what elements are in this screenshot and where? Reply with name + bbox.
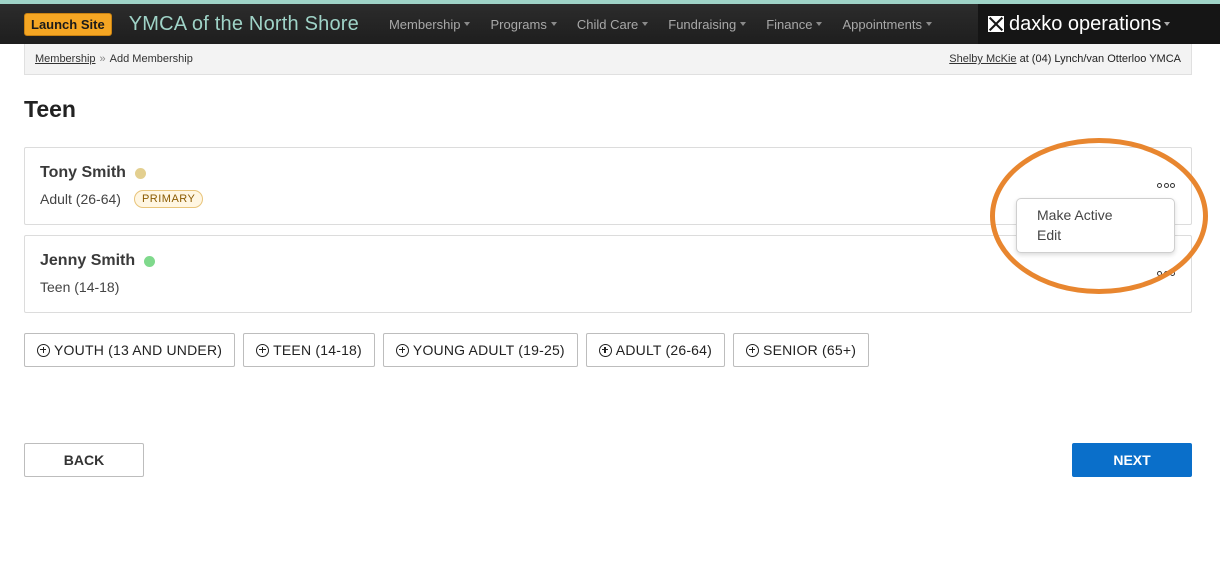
add-young-adult-button[interactable]: YOUNG ADULT (19-25) xyxy=(382,333,578,367)
nav-programs-label: Programs xyxy=(490,16,547,32)
user-link[interactable]: Shelby McKie xyxy=(949,53,1016,65)
menu-item-make-active[interactable]: Make Active xyxy=(1017,206,1174,226)
member-category: Teen (14-18) xyxy=(40,279,120,295)
add-youth-button[interactable]: YOUTH (13 AND UNDER) xyxy=(24,333,236,367)
add-adult-label: ADULT (26-64) xyxy=(615,342,713,358)
member-name: Jenny Smith xyxy=(40,252,136,269)
status-dot xyxy=(144,255,156,267)
org-title[interactable]: YMCA of the North Shore xyxy=(129,13,359,36)
nav-child-care[interactable]: Child Care xyxy=(567,17,658,32)
chevron-down-icon xyxy=(550,22,557,26)
chevron-down-icon xyxy=(464,22,471,26)
menu-item-edit[interactable]: Edit xyxy=(1017,226,1174,246)
chevron-down-icon xyxy=(1164,22,1171,26)
next-button[interactable]: NEXT xyxy=(1072,443,1192,477)
chevron-down-icon xyxy=(642,22,649,26)
nav-child-care-label: Child Care xyxy=(576,16,639,32)
add-adult-button[interactable]: ADULT (26-64) xyxy=(585,333,726,367)
more-options-icon[interactable] xyxy=(1157,271,1175,277)
top-navbar: Launch Site YMCA of the North Shore Memb… xyxy=(0,4,1220,44)
location-text: at (04) Lynch/van Otterloo YMCA xyxy=(1019,53,1181,65)
breadcrumb: Membership» Add Membership Shelby McKie a… xyxy=(24,44,1192,75)
member-details: Adult (26-64) PRIMARY xyxy=(40,190,204,208)
member-options-menu: Make Active Edit xyxy=(1016,198,1175,253)
add-teen-button[interactable]: TEEN (14-18) xyxy=(243,333,375,367)
member-details: Teen (14-18) xyxy=(40,279,119,295)
member-name: Tony Smith xyxy=(40,164,126,181)
plus-circle-icon xyxy=(598,343,612,357)
breadcrumb-current: Add Membership xyxy=(109,53,193,65)
breadcrumb-trail: Membership» Add Membership xyxy=(35,53,193,65)
status-dot xyxy=(134,167,146,179)
plus-circle-icon xyxy=(395,343,409,357)
breadcrumb-membership-link[interactable]: Membership xyxy=(35,53,96,65)
breadcrumb-separator: » xyxy=(99,53,106,65)
page-title: Teen xyxy=(24,96,76,122)
add-senior-button[interactable]: SENIOR (65+) xyxy=(733,333,870,367)
chevron-down-icon xyxy=(925,22,932,26)
add-teen-label: TEEN (14-18) xyxy=(273,342,362,358)
brand-name: daxko operations xyxy=(1009,12,1162,35)
plus-circle-icon xyxy=(746,343,760,357)
user-location: Shelby McKie at (04) Lynch/van Otterloo … xyxy=(949,53,1181,65)
nav-programs[interactable]: Programs xyxy=(480,17,566,32)
nav-fundraising[interactable]: Fundraising xyxy=(658,17,756,32)
nav-membership-label: Membership xyxy=(388,16,461,32)
member-name-row: Jenny Smith xyxy=(40,252,156,270)
primary-badge: PRIMARY xyxy=(133,190,204,208)
more-options-icon[interactable] xyxy=(1157,183,1175,189)
member-name-row: Tony Smith xyxy=(40,164,146,182)
add-youth-label: YOUTH (13 AND UNDER) xyxy=(54,342,223,358)
launch-site-button[interactable]: Launch Site xyxy=(24,12,112,36)
nav-finance[interactable]: Finance xyxy=(756,17,832,32)
nav-finance-label: Finance xyxy=(766,16,813,32)
add-senior-label: SENIOR (65+) xyxy=(763,342,857,358)
nav-fundraising-label: Fundraising xyxy=(668,16,737,32)
nav-membership[interactable]: Membership xyxy=(379,17,481,32)
back-button[interactable]: BACK xyxy=(24,443,144,477)
brand-menu[interactable]: daxko operations xyxy=(978,4,1220,44)
chevron-down-icon xyxy=(740,22,747,26)
nav-appointments[interactable]: Appointments xyxy=(832,17,942,32)
plus-circle-icon xyxy=(37,343,50,357)
chevron-down-icon xyxy=(816,22,823,26)
add-young-adult-label: YOUNG ADULT (19-25) xyxy=(412,342,565,358)
plus-circle-icon xyxy=(256,343,270,357)
main-nav: Membership Programs Child Care Fundraisi… xyxy=(379,17,942,32)
nav-appointments-label: Appointments xyxy=(842,16,922,32)
member-category: Adult (26-64) xyxy=(40,191,121,207)
daxko-logo-icon xyxy=(988,16,1004,32)
category-buttons: YOUTH (13 AND UNDER) TEEN (14-18) YOUNG … xyxy=(24,333,877,367)
